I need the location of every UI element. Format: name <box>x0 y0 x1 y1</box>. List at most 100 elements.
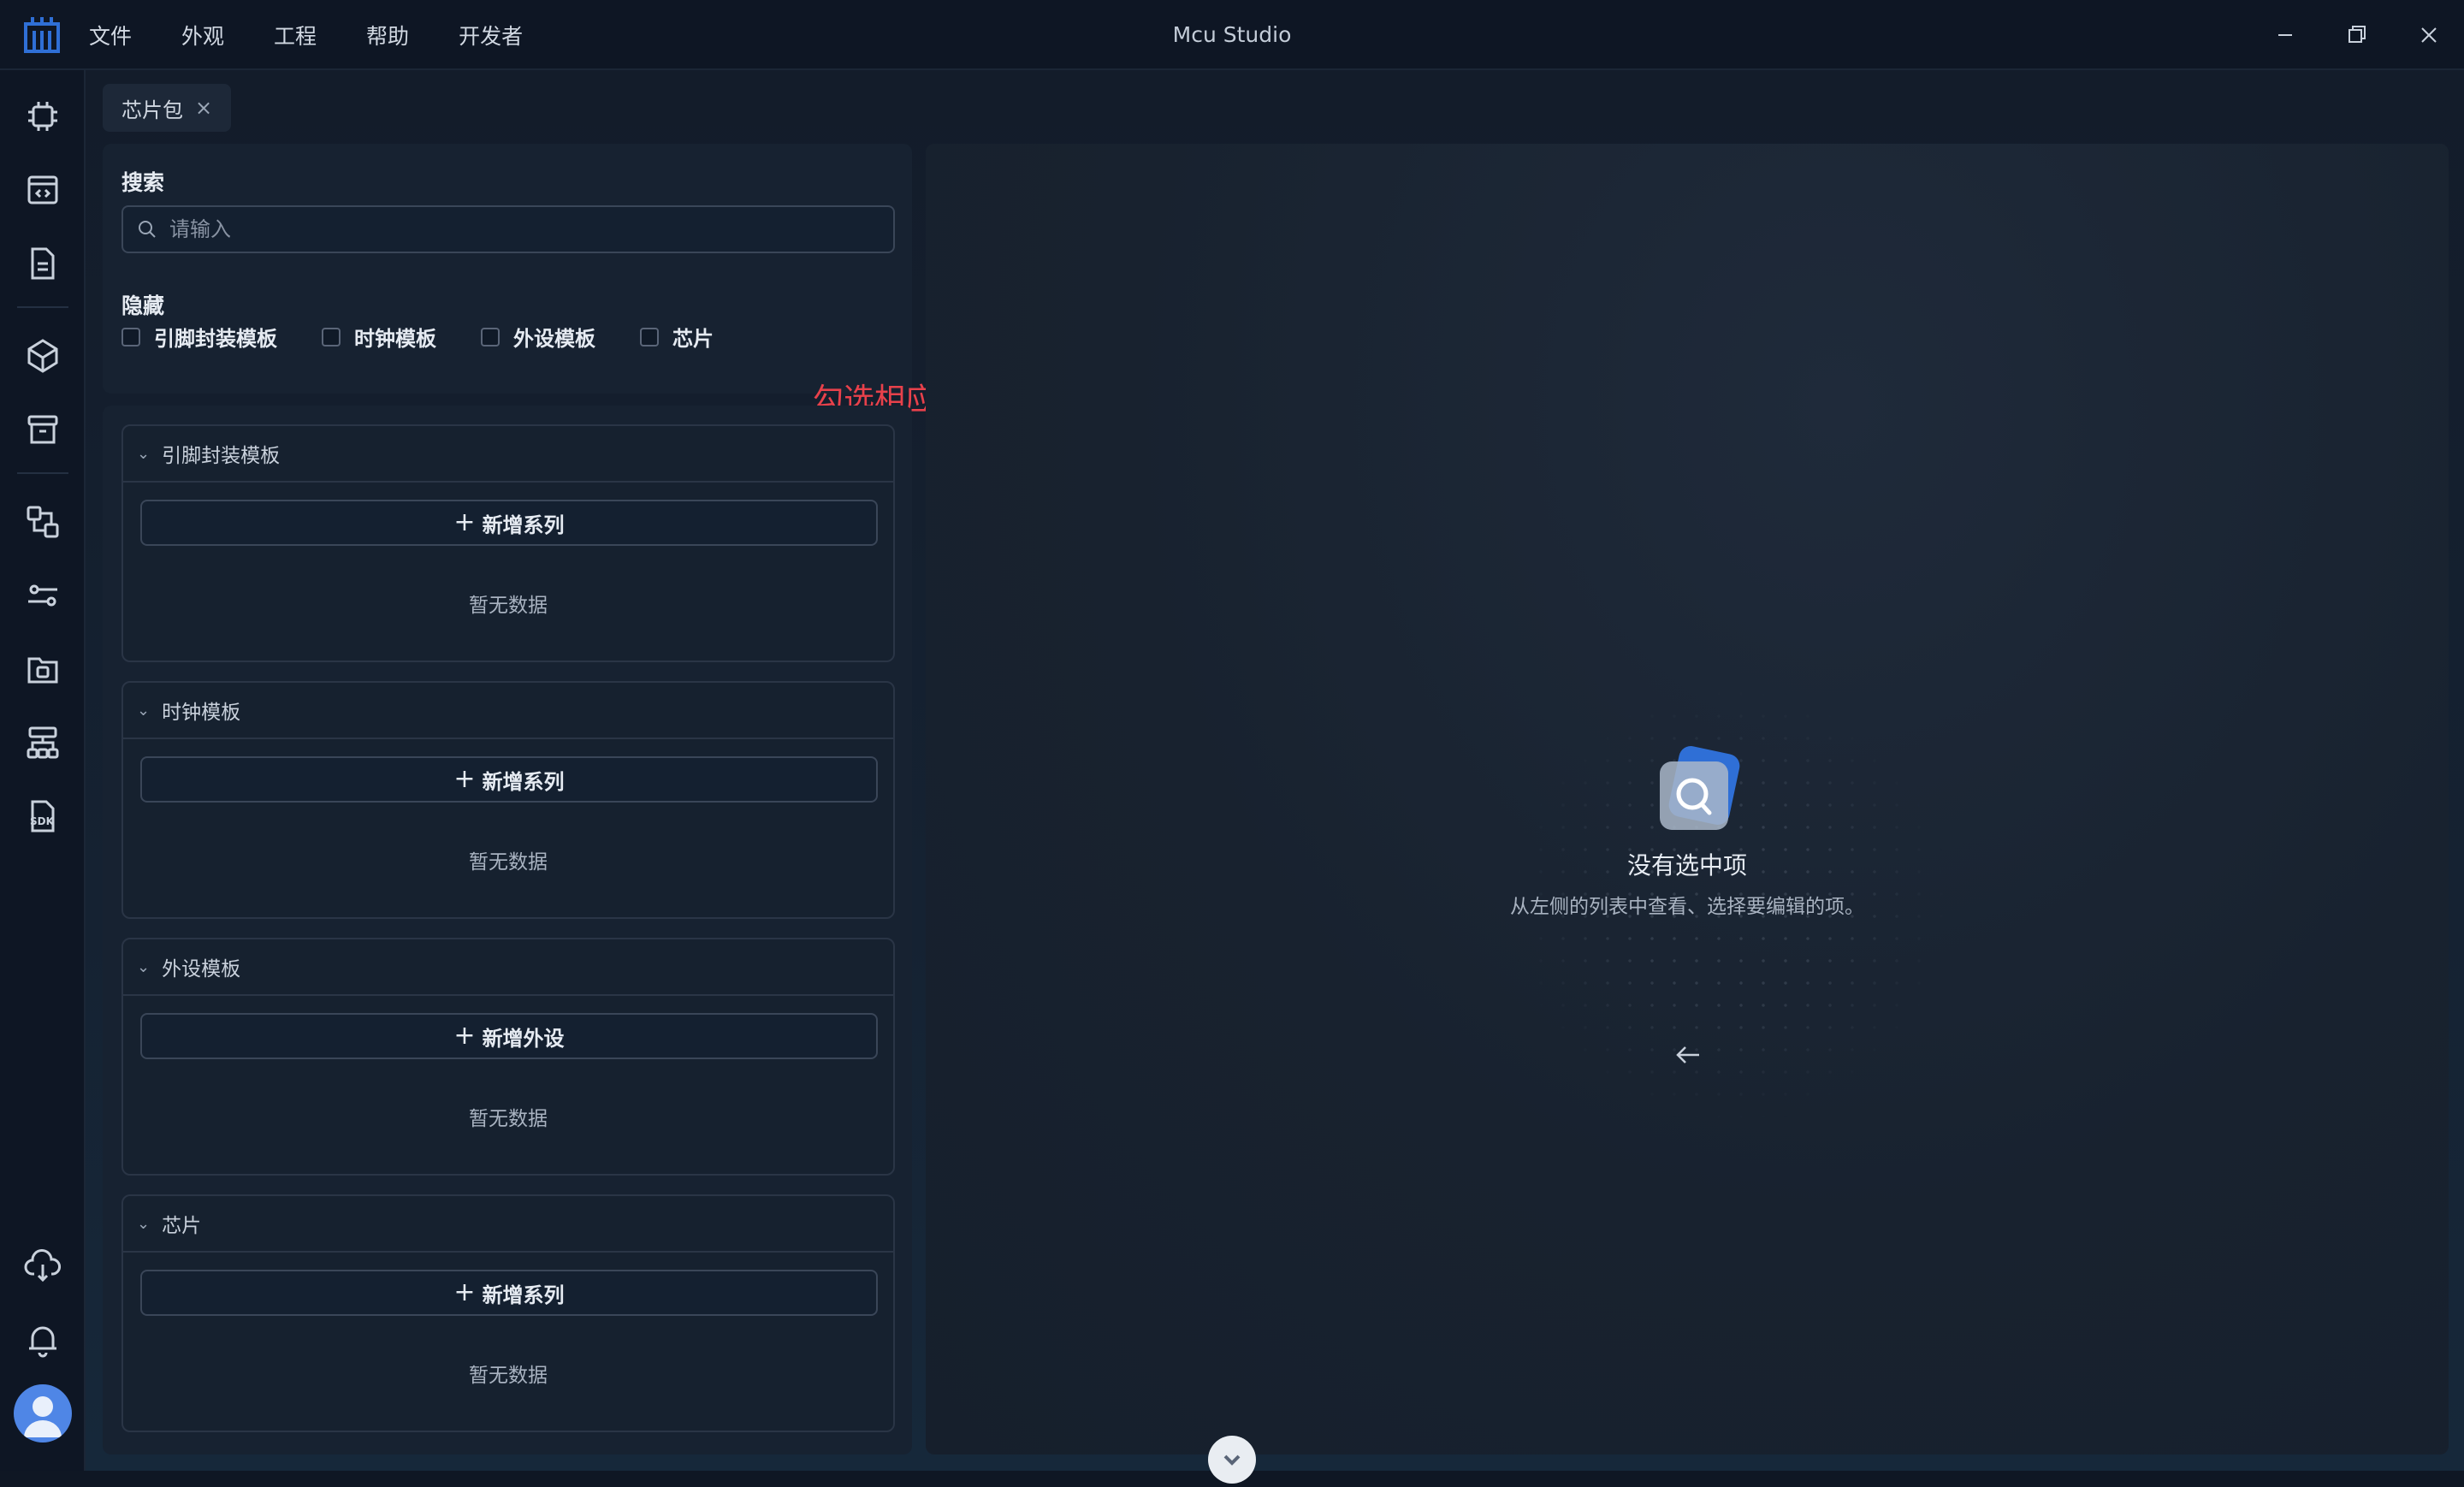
minimize-button[interactable] <box>2267 17 2303 53</box>
tab-chip-package[interactable]: 芯片包 × <box>103 84 232 132</box>
checkbox-label: 时钟模板 <box>354 327 436 351</box>
empty-data-text: 暂无数据 <box>469 595 548 617</box>
hierarchy-icon <box>27 726 59 759</box>
plus-icon: + <box>453 1277 476 1307</box>
template-list-panel: ⌄ 引脚封装模板 + 新增系列 暂无数据 ⌄ 时钟模板 + 新增系列 暂无数据 ⌄ 外设模板 + 新增外设… <box>103 406 912 1454</box>
chevron-down-icon: ⌄ <box>137 701 151 720</box>
menu-help[interactable]: 帮助 <box>366 20 409 50</box>
close-icon <box>2421 27 2437 43</box>
checkbox-label: 引脚封装模板 <box>154 327 277 351</box>
sdk-icon: SDK <box>30 800 55 832</box>
code-window-icon <box>27 175 58 204</box>
checkbox[interactable] <box>322 327 341 347</box>
group-title: 芯片 <box>162 1215 202 1237</box>
add-button-label: 新增外设 <box>482 1026 565 1051</box>
sidebar-item-code[interactable] <box>22 169 63 210</box>
menu-appearance[interactable]: 外观 <box>181 20 224 50</box>
checkbox-label: 芯片 <box>672 327 714 351</box>
group-header[interactable]: ⌄ 引脚封装模板 <box>123 426 893 483</box>
hide-checkbox-peripheral[interactable]: 外设模板 <box>481 322 595 352</box>
sidebar-item-document[interactable] <box>22 243 63 284</box>
sidebar-item-settings[interactable] <box>22 575 63 616</box>
sidebar-divider <box>17 306 68 308</box>
add-button-label: 新增系列 <box>482 512 565 537</box>
checkbox[interactable] <box>640 327 659 347</box>
sliders-icon <box>28 584 57 607</box>
arrow-left-icon <box>1676 1046 1699 1063</box>
restore-button[interactable] <box>2339 17 2375 53</box>
group-peripheral: ⌄ 外设模板 + 新增外设暂无数据 <box>121 938 895 1176</box>
add-button[interactable]: + 新增系列 <box>140 500 878 546</box>
sidebar-item-hierarchy[interactable] <box>22 722 63 763</box>
hide-label: 隐藏 <box>121 293 165 318</box>
group-header[interactable]: ⌄ 外设模板 <box>123 939 893 996</box>
cube-icon <box>27 339 58 373</box>
group-header[interactable]: ⌄ 时钟模板 <box>123 683 893 739</box>
bottom-panel-toggle[interactable] <box>1208 1436 1256 1484</box>
detail-panel: 没有选中项 从左侧的列表中查看、选择要编辑的项。 <box>926 144 2449 1454</box>
main-area: 芯片包 × 搜索 隐藏 引脚封装模板 时钟模板 外设模板 芯片 <box>86 70 2464 1471</box>
sidebar-item-download[interactable] <box>22 1246 63 1287</box>
checkbox[interactable] <box>121 327 140 347</box>
avatar[interactable] <box>14 1384 72 1443</box>
add-button[interactable]: + 新增系列 <box>140 1270 878 1316</box>
sidebar-item-notifications[interactable] <box>22 1319 63 1360</box>
diagram-icon <box>27 506 59 538</box>
menu-file[interactable]: 文件 <box>89 20 132 50</box>
empty-data-text: 暂无数据 <box>469 1108 548 1130</box>
close-window-button[interactable] <box>2411 17 2447 53</box>
document-icon <box>31 247 55 280</box>
checkbox[interactable] <box>481 327 500 347</box>
sidebar-item-chip[interactable] <box>22 96 63 137</box>
hide-checkbox-group: 引脚封装模板 时钟模板 外设模板 芯片 <box>121 322 758 352</box>
plus-icon: + <box>453 507 476 537</box>
sidebar-item-sdk[interactable]: SDK <box>22 796 63 837</box>
chevron-down-icon: ⌄ <box>137 957 151 976</box>
svg-text:SDK: SDK <box>30 815 55 827</box>
group-header[interactable]: ⌄ 芯片 <box>123 1196 893 1253</box>
sidebar: SDK <box>0 70 86 1471</box>
search-label: 搜索 <box>121 170 165 195</box>
filter-panel: 搜索 隐藏 引脚封装模板 时钟模板 外设模板 芯片 <box>103 144 912 394</box>
hide-checkbox-chip[interactable]: 芯片 <box>640 322 714 352</box>
add-button[interactable]: + 新增外设 <box>140 1013 878 1059</box>
search-input[interactable] <box>168 216 869 242</box>
archive-icon <box>27 415 58 444</box>
group-pin-package: ⌄ 引脚封装模板 + 新增系列暂无数据 <box>121 424 895 662</box>
cloud-download-icon <box>24 1249 61 1283</box>
hide-checkbox-pin-package[interactable]: 引脚封装模板 <box>121 322 277 352</box>
app-logo-icon <box>24 17 60 53</box>
group-title: 引脚封装模板 <box>162 445 281 467</box>
search-icon <box>139 221 156 238</box>
sidebar-item-component[interactable] <box>22 335 63 376</box>
title-bar: 文件 外观 工程 帮助 开发者 Mcu Studio <box>0 0 2464 70</box>
empty-data-text: 暂无数据 <box>469 1365 548 1387</box>
camera-folder-icon <box>27 657 58 684</box>
sidebar-item-media[interactable] <box>22 649 63 690</box>
empty-state-subtitle: 从左侧的列表中查看、选择要编辑的项。 <box>1510 896 1864 918</box>
search-field[interactable] <box>121 205 895 253</box>
menu-project[interactable]: 工程 <box>274 20 317 50</box>
sidebar-divider <box>17 472 68 474</box>
group-chip: ⌄ 芯片 + 新增系列暂无数据 <box>121 1194 895 1432</box>
menu-bar: 文件 外观 工程 帮助 开发者 <box>89 0 572 70</box>
minimize-icon <box>2278 34 2292 36</box>
menu-developer[interactable]: 开发者 <box>459 20 523 50</box>
restore-icon <box>2348 26 2366 43</box>
empty-state-title: 没有选中项 <box>1626 851 1747 880</box>
bell-icon <box>29 1326 56 1358</box>
group-clock: ⌄ 时钟模板 + 新增系列暂无数据 <box>121 681 895 919</box>
sidebar-item-diagram[interactable] <box>22 501 63 542</box>
sidebar-item-archive[interactable] <box>22 409 63 450</box>
chevron-down-icon: ⌄ <box>137 1214 151 1233</box>
plus-icon: + <box>453 1021 476 1051</box>
group-title: 时钟模板 <box>162 702 241 724</box>
hide-checkbox-clock[interactable]: 时钟模板 <box>322 322 436 352</box>
add-button-label: 新增系列 <box>482 1283 565 1307</box>
empty-data-text: 暂无数据 <box>469 851 548 874</box>
search-document-icon <box>1660 746 1740 830</box>
group-title: 外设模板 <box>162 958 241 980</box>
add-button[interactable]: + 新增系列 <box>140 756 878 803</box>
tab-close-icon[interactable]: × <box>195 96 212 120</box>
chip-icon <box>28 102 57 131</box>
